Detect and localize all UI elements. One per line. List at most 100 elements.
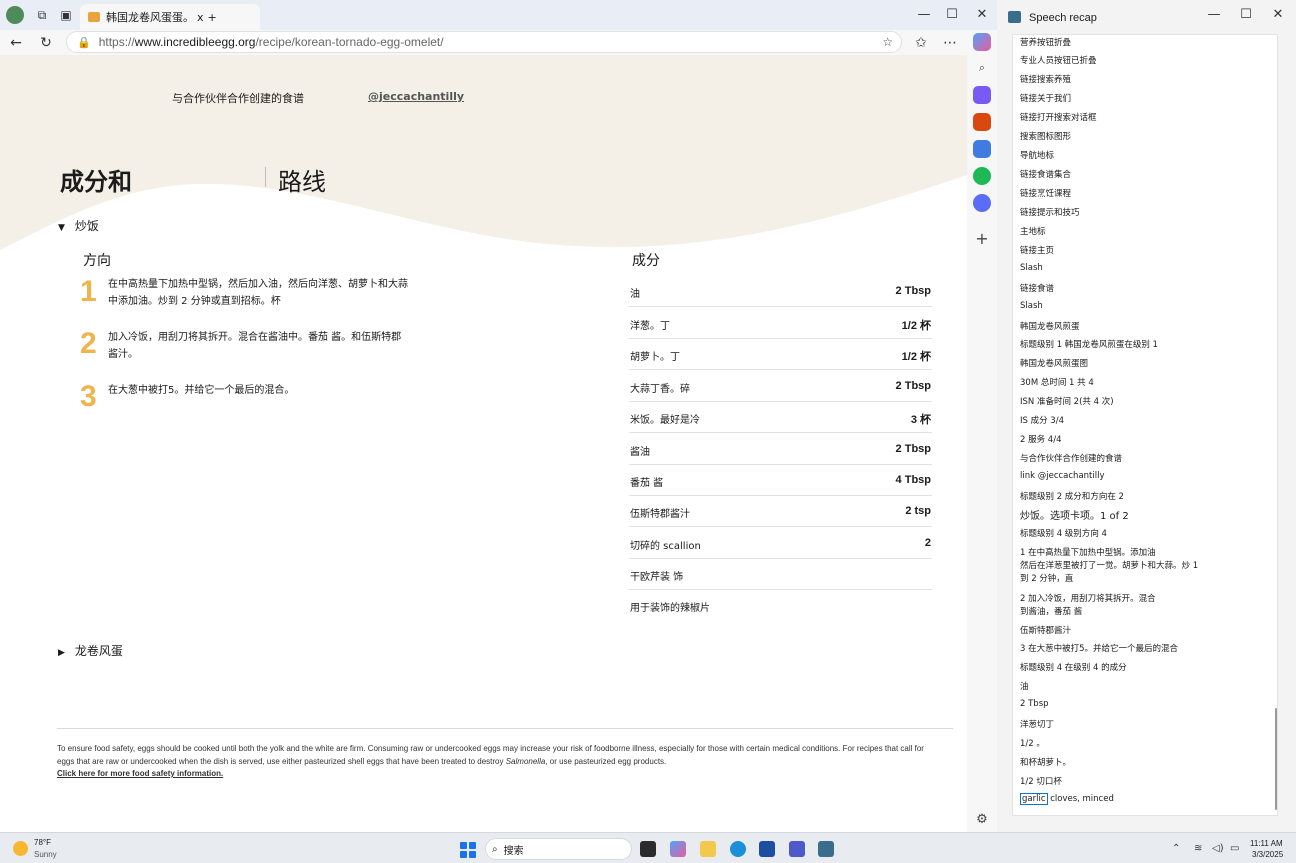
- clock-date[interactable]: 3/3/2025: [1252, 850, 1283, 859]
- recap-line: 1 在中高热量下加热中型锅。添加油: [1020, 548, 1156, 558]
- wifi-icon[interactable]: ≋: [1194, 843, 1202, 854]
- url-path: /recipe/korean-tornado-egg-omelet/: [255, 35, 444, 49]
- fried-rice-toggle[interactable]: ▼ 炒饭: [58, 217, 99, 234]
- back-icon[interactable]: ←: [6, 33, 26, 53]
- workspaces-icon[interactable]: ⧉: [34, 7, 50, 23]
- shopping-icon[interactable]: [973, 86, 991, 104]
- settings-icon[interactable]: ⚙: [973, 810, 991, 828]
- partner-link[interactable]: @jeccachantilly: [368, 90, 464, 103]
- recap-line: 链接搜索养殖: [1020, 75, 1072, 85]
- file-explorer-icon[interactable]: [700, 841, 716, 857]
- lock-icon: 🔒: [77, 36, 91, 49]
- tab-close-button[interactable]: x: [197, 11, 204, 24]
- ingredient-amount: 1/2 杯: [901, 351, 931, 363]
- tornado-egg-toggle[interactable]: ▶ 龙卷风蛋: [58, 642, 123, 659]
- maximize-icon[interactable]: ☐: [1232, 5, 1260, 25]
- recap-line: 1/2 切口杯: [1020, 777, 1062, 787]
- recap-line: 导航地标: [1020, 151, 1055, 161]
- clock-time[interactable]: 11:11 AM: [1250, 839, 1283, 848]
- search-icon: ⌕: [492, 843, 498, 855]
- ingredient-name: 胡萝卜。丁: [630, 352, 680, 363]
- ingredient-row: 干欧芹装 饰: [629, 559, 932, 590]
- recap-line: Slash: [1020, 263, 1043, 273]
- heading-divider: [265, 167, 266, 187]
- speech-recap-list[interactable]: 营养按钮折叠 专业人员按钮已折叠 链接搜索养殖 链接关于我们 链接打开搜索对话框…: [1012, 34, 1278, 816]
- more-menu-icon[interactable]: ⋯: [940, 33, 960, 53]
- ingredient-row: 切碎的 scallion 2: [629, 528, 932, 559]
- recap-line: IS 成分 3/4: [1020, 416, 1064, 426]
- recap-line: 到酱油，番茄 酱: [1020, 607, 1083, 617]
- maximize-icon[interactable]: ☐: [938, 5, 966, 25]
- office-icon[interactable]: [973, 140, 991, 158]
- recap-line: 炒饭。选项卡项。1 of 2: [1020, 511, 1129, 522]
- taskbar-search-label: 搜索: [503, 845, 524, 857]
- recap-line: Slash: [1020, 301, 1043, 311]
- copilot-icon[interactable]: [670, 841, 686, 857]
- step-text: 在大葱中被打5。并给它一个最后的混合。: [108, 385, 295, 396]
- ingredient-row: 伍斯特郡酱汁 2 tsp: [629, 496, 932, 527]
- speech-recap-taskbar-icon[interactable]: [818, 841, 834, 857]
- food-safety-link[interactable]: Click here for more food safety informat…: [57, 769, 223, 778]
- speech-recap-window: Speech recap — ☐ ✕ 营养按钮折叠 专业人员按钮已折叠 链接搜索…: [998, 0, 1296, 832]
- weather-temp[interactable]: 78°F: [34, 838, 51, 847]
- recap-line: 链接食谱集合: [1020, 170, 1072, 180]
- recap-line: 1/2 。: [1020, 739, 1045, 749]
- ingredient-row: 酱油 2 Tbsp: [629, 434, 932, 465]
- tab-active[interactable]: 韩国龙卷风蛋蛋。 x +: [80, 4, 260, 30]
- start-icon[interactable]: [460, 842, 476, 858]
- ingredient-amount: 2 Tbsp: [895, 443, 931, 455]
- close-icon[interactable]: ✕: [1264, 5, 1292, 25]
- tab-ingredients-heading[interactable]: 成分和: [60, 162, 132, 197]
- favorite-star-icon[interactable]: ☆: [882, 35, 893, 49]
- food-safety-text: To ensure food safety, eggs should be co…: [57, 743, 937, 768]
- address-bar-row: ← ↻ 🔒 https:// www.incredibleegg.org /re…: [0, 30, 997, 54]
- taskbar-search[interactable]: ⌕ 搜索: [485, 838, 632, 860]
- food-safety-text-1: To ensure food safety, eggs should be co…: [57, 744, 924, 766]
- task-view-icon[interactable]: [640, 841, 656, 857]
- recap-line: 到 2 分钟，直: [1020, 574, 1074, 584]
- step-text: 在中高热量下加热中型锅，然后加入油，然后向洋葱、胡萝卜和大蒜中添加油。炒到 2 …: [108, 279, 408, 307]
- ingredient-name: 干欧芹装 饰: [630, 572, 684, 583]
- step-number: 1: [80, 275, 97, 308]
- recap-line: 标题级别 2 成分和方向在 2: [1020, 492, 1124, 502]
- ingredient-row: 油 2 Tbsp: [629, 276, 932, 307]
- spotify-icon[interactable]: [973, 167, 991, 185]
- close-icon[interactable]: ✕: [968, 5, 996, 25]
- tab-directions-heading[interactable]: 路线: [278, 162, 326, 197]
- ingredient-amount: 2 Tbsp: [895, 285, 931, 297]
- add-icon[interactable]: +: [973, 229, 991, 248]
- profile-avatar[interactable]: [6, 6, 24, 24]
- vertical-tabs-icon[interactable]: ▣: [58, 7, 74, 23]
- minimize-icon[interactable]: —: [910, 5, 938, 25]
- volume-icon[interactable]: ◁): [1212, 843, 1224, 854]
- store-icon[interactable]: [759, 841, 775, 857]
- refresh-icon[interactable]: ↻: [36, 33, 56, 53]
- search-icon[interactable]: ⌕: [973, 59, 991, 77]
- edge-icon[interactable]: [730, 841, 746, 857]
- taskbar: 78°F Sunny ⌕ 搜索 ⌃ ≋ ◁) ▭ 11:11 AM 3/3/20…: [0, 832, 1296, 863]
- recap-line: 油: [1020, 682, 1029, 692]
- messenger-icon[interactable]: [973, 194, 991, 212]
- ingredient-amount: 2: [924, 537, 931, 549]
- recap-line: 与合作伙伴合作创建的食谱: [1020, 454, 1123, 464]
- weather-desc[interactable]: Sunny: [34, 850, 57, 859]
- step-number: 2: [80, 327, 97, 360]
- minimize-icon[interactable]: —: [1200, 5, 1228, 25]
- teams-icon[interactable]: [789, 841, 805, 857]
- recap-line: 韩国龙卷风煎蛋: [1020, 322, 1080, 332]
- copilot-icon[interactable]: [973, 33, 991, 51]
- ingredient-row: 番茄 酱 4 Tbsp: [629, 465, 932, 496]
- new-tab-button[interactable]: +: [208, 11, 217, 24]
- chevron-up-icon[interactable]: ⌃: [1172, 843, 1180, 854]
- sun-icon[interactable]: [13, 841, 28, 856]
- browser-window: ⧉ ▣ 韩国龙卷风蛋蛋。 x + — ☐ ✕ ← ↻ 🔒 https:// ww…: [0, 0, 997, 832]
- scrollbar-thumb[interactable]: [1275, 708, 1277, 810]
- address-bar[interactable]: 🔒 https:// www.incredibleegg.org /recipe…: [66, 31, 902, 53]
- tools-icon[interactable]: [973, 113, 991, 131]
- recap-line: 2 服务 4/4: [1020, 435, 1062, 445]
- title-bar: ⧉ ▣ 韩国龙卷风蛋蛋。 x + — ☐ ✕: [0, 0, 997, 30]
- recap-line: 营养按钮折叠: [1020, 38, 1072, 48]
- ingredient-amount: 2 Tbsp: [895, 380, 931, 392]
- battery-icon[interactable]: ▭: [1230, 843, 1239, 854]
- favorites-icon[interactable]: ✩: [911, 33, 931, 53]
